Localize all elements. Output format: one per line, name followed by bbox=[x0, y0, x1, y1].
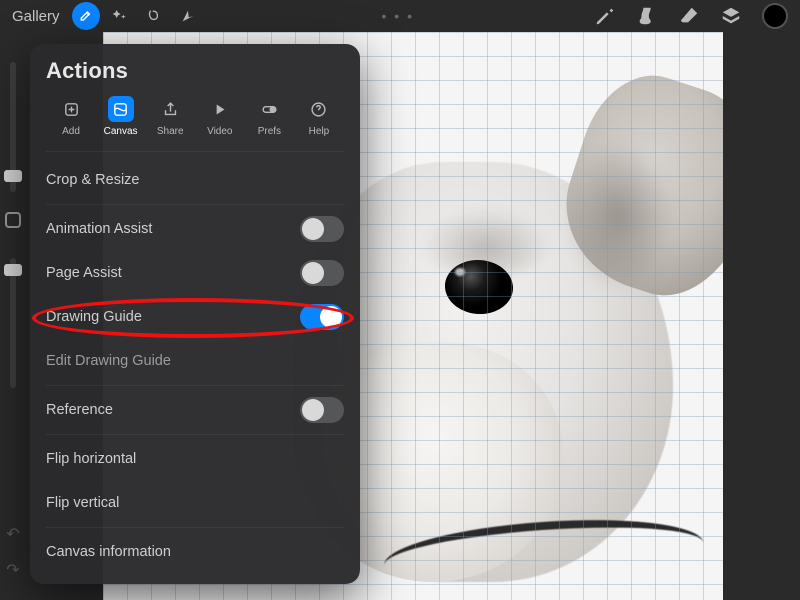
menu-reference[interactable]: Reference bbox=[46, 388, 344, 432]
menu-edit-drawing-guide[interactable]: Edit Drawing Guide bbox=[46, 339, 344, 383]
tab-help[interactable]: Help bbox=[296, 96, 342, 137]
play-icon bbox=[207, 96, 233, 122]
opacity-slider[interactable] bbox=[10, 258, 16, 388]
brush-size-slider[interactable] bbox=[10, 62, 16, 192]
plus-icon bbox=[58, 96, 84, 122]
gallery-button[interactable]: Gallery bbox=[12, 8, 60, 25]
tab-video[interactable]: Video bbox=[197, 96, 243, 137]
menu-page-assist[interactable]: Page Assist bbox=[46, 251, 344, 295]
menu-label: Animation Assist bbox=[46, 221, 152, 237]
toggle-animation-assist[interactable] bbox=[300, 216, 344, 242]
tab-label: Canvas bbox=[104, 126, 138, 137]
separator bbox=[46, 434, 344, 435]
tab-canvas[interactable]: Canvas bbox=[98, 96, 144, 137]
popover-title: Actions bbox=[46, 58, 344, 84]
menu-animation-assist[interactable]: Animation Assist bbox=[46, 207, 344, 251]
selection-icon[interactable] bbox=[140, 2, 168, 30]
actions-icon[interactable] bbox=[72, 2, 100, 30]
help-icon bbox=[306, 96, 332, 122]
tab-label: Share bbox=[157, 126, 184, 137]
top-toolbar: Gallery • • • bbox=[0, 0, 800, 32]
menu-label: Canvas information bbox=[46, 544, 171, 560]
toggle-icon bbox=[256, 96, 282, 122]
layers-icon[interactable] bbox=[720, 5, 742, 27]
tab-label: Help bbox=[309, 126, 330, 137]
right-tool-group bbox=[594, 3, 788, 29]
left-tool-group bbox=[72, 2, 202, 30]
toggle-drawing-guide[interactable] bbox=[300, 304, 344, 330]
undo-redo-group: ↶ ↷ bbox=[6, 524, 19, 580]
menu-canvas-info[interactable]: Canvas information bbox=[46, 530, 344, 574]
transform-icon[interactable] bbox=[174, 2, 202, 30]
menu-label: Drawing Guide bbox=[46, 309, 142, 325]
color-picker[interactable] bbox=[762, 3, 788, 29]
actions-popover: Actions Add Canvas Share Video Prefs Hel… bbox=[30, 44, 360, 584]
actions-tabs: Add Canvas Share Video Prefs Help bbox=[46, 96, 344, 152]
canvas-icon bbox=[108, 96, 134, 122]
smudge-icon[interactable] bbox=[636, 5, 658, 27]
undo-icon[interactable]: ↶ bbox=[6, 524, 19, 544]
eraser-icon[interactable] bbox=[678, 5, 700, 27]
toggle-reference[interactable] bbox=[300, 397, 344, 423]
brush-icon[interactable] bbox=[594, 5, 616, 27]
tab-share[interactable]: Share bbox=[147, 96, 193, 137]
menu-label: Page Assist bbox=[46, 265, 122, 281]
left-sidebar: ↶ ↷ bbox=[0, 32, 26, 600]
adjustments-icon[interactable] bbox=[106, 2, 134, 30]
tab-label: Prefs bbox=[258, 126, 281, 137]
menu-label: Edit Drawing Guide bbox=[46, 353, 171, 369]
tab-prefs[interactable]: Prefs bbox=[246, 96, 292, 137]
modify-icon[interactable]: • • • bbox=[382, 8, 414, 24]
toggle-page-assist[interactable] bbox=[300, 260, 344, 286]
menu-crop-resize[interactable]: Crop & Resize bbox=[46, 158, 344, 202]
tab-label: Video bbox=[207, 126, 232, 137]
menu-flip-horizontal[interactable]: Flip horizontal bbox=[46, 437, 344, 481]
menu-label: Flip horizontal bbox=[46, 451, 136, 467]
separator bbox=[46, 385, 344, 386]
separator bbox=[46, 204, 344, 205]
redo-icon[interactable]: ↷ bbox=[6, 560, 19, 580]
separator bbox=[46, 527, 344, 528]
menu-drawing-guide[interactable]: Drawing Guide bbox=[46, 295, 344, 339]
share-icon bbox=[157, 96, 183, 122]
toolbar-center: • • • bbox=[202, 8, 594, 24]
menu-label: Reference bbox=[46, 402, 113, 418]
modify-square-button[interactable] bbox=[5, 212, 21, 228]
menu-label: Crop & Resize bbox=[46, 172, 139, 188]
tab-add[interactable]: Add bbox=[48, 96, 94, 137]
tab-label: Add bbox=[62, 126, 80, 137]
menu-flip-vertical[interactable]: Flip vertical bbox=[46, 481, 344, 525]
menu-label: Flip vertical bbox=[46, 495, 119, 511]
